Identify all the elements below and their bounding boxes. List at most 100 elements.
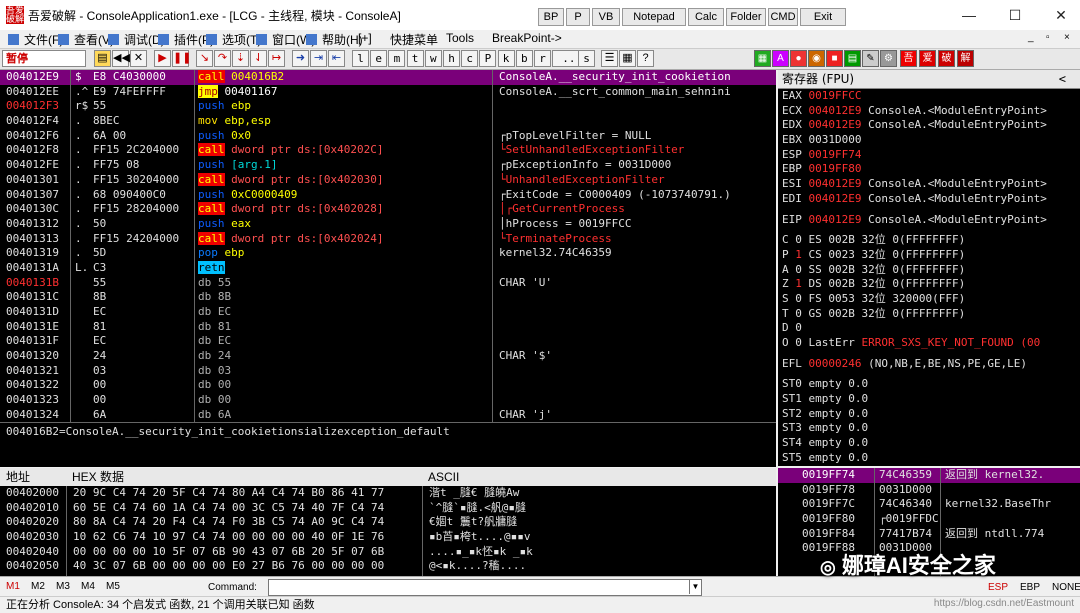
restart-icon[interactable]: ◀◀ bbox=[112, 50, 130, 67]
flag-bit[interactable]: 0 bbox=[795, 233, 802, 246]
disasm-instruction[interactable]: push ebp bbox=[195, 99, 493, 114]
disasm-comment[interactable]: │hProcess = 0019FFCC bbox=[493, 217, 776, 232]
disasm-instruction[interactable]: call dword ptr ds:[0x402028] bbox=[195, 202, 493, 217]
window-tool-7[interactable]: P bbox=[479, 50, 497, 67]
disasm-bytes[interactable]: . FF15 28204000 bbox=[71, 202, 195, 217]
options-icon[interactable]: ☰ bbox=[601, 50, 618, 67]
register-edx[interactable]: EDX 004012E9 ConsoleA.<ModuleEntryPoint> bbox=[778, 118, 1080, 133]
stack-tab-ebp[interactable]: EBP bbox=[1020, 582, 1040, 593]
disasm-bytes[interactable]: 8B bbox=[71, 290, 195, 305]
dump-address[interactable]: 00402040 bbox=[0, 545, 66, 560]
disasm-instruction[interactable]: jmp 00401167 bbox=[195, 84, 493, 100]
dump-address[interactable]: 00402020 bbox=[0, 515, 66, 530]
flag-bit[interactable]: 1 bbox=[795, 277, 802, 290]
help-icon[interactable]: ? bbox=[637, 50, 654, 67]
flag-bit[interactable]: 0 bbox=[795, 336, 802, 349]
disasm-address[interactable]: 0040131A bbox=[0, 261, 70, 276]
goto-arrow-icon[interactable]: ➜ bbox=[292, 50, 309, 67]
disasm-address[interactable]: 00401301 bbox=[0, 173, 70, 188]
register-value[interactable]: 0019FFCC bbox=[809, 89, 862, 102]
disasm-bytes[interactable]: EC bbox=[71, 305, 195, 320]
flag-bit[interactable]: 0 bbox=[795, 292, 802, 305]
dump-hex-bytes[interactable]: 40 3C 07 6B 00 00 00 00 E0 27 B6 76 00 0… bbox=[67, 559, 423, 574]
stack-comment[interactable] bbox=[941, 483, 1080, 498]
register-value[interactable]: 004012E9 bbox=[809, 104, 862, 117]
tool-button-cmd[interactable]: CMD bbox=[768, 8, 798, 26]
disasm-instruction[interactable]: db 00 bbox=[195, 378, 493, 393]
dump-col-address[interactable]: 地址 bbox=[6, 468, 30, 486]
disasm-address[interactable]: 0040131F bbox=[0, 334, 70, 349]
window-tool-4[interactable]: w bbox=[424, 50, 442, 67]
flag-p[interactable]: P 1 CS 0023 32位 0(FFFFFFFF) bbox=[778, 248, 1080, 263]
flag-bit[interactable]: 0 bbox=[795, 321, 802, 334]
dump-hex-bytes[interactable]: 60 5E C4 74 60 1A C4 74 00 3C C5 74 40 7… bbox=[67, 501, 423, 516]
plugin-grid-icon[interactable]: ▦ bbox=[754, 50, 771, 67]
stack-address[interactable]: 0019FF7C bbox=[778, 497, 874, 512]
disasm-comment[interactable] bbox=[493, 261, 776, 276]
register-value[interactable]: 0019FF80 bbox=[809, 162, 862, 175]
brand-icon-3[interactable]: 解 bbox=[957, 50, 974, 67]
memory-tab-m5[interactable]: M5 bbox=[106, 581, 120, 592]
notepad-icon[interactable]: ✎ bbox=[862, 50, 879, 67]
disasm-address[interactable]: 00401321 bbox=[0, 364, 70, 379]
a-icon[interactable]: A bbox=[772, 50, 789, 67]
disasm-bytes[interactable]: . 5D bbox=[71, 246, 195, 261]
disasm-bytes[interactable]: . FF75 08 bbox=[71, 158, 195, 173]
menu-item-7[interactable]: [+] bbox=[358, 31, 372, 45]
tool-button-vb[interactable]: VB bbox=[592, 8, 620, 26]
flag-o[interactable]: O 0 LastErr ERROR_SXS_KEY_NOT_FOUND (00 bbox=[778, 336, 1080, 351]
dump-hex-bytes[interactable]: 00 00 00 00 10 5F 07 6B 90 43 07 6B 20 5… bbox=[67, 545, 423, 560]
dump-address[interactable]: 00402000 bbox=[0, 486, 66, 501]
register-esi[interactable]: ESI 004012E9 ConsoleA.<ModuleEntryPoint> bbox=[778, 177, 1080, 192]
dump-col-ascii[interactable]: ASCII bbox=[428, 468, 459, 486]
disasm-instruction[interactable]: db 6A bbox=[195, 408, 493, 422]
disasm-comment[interactable] bbox=[493, 290, 776, 305]
disasm-comment[interactable]: CHAR 'U' bbox=[493, 276, 776, 291]
memory-tab-m2[interactable]: M2 bbox=[31, 581, 45, 592]
disasm-bytes[interactable]: EC bbox=[71, 334, 195, 349]
tool-button-exit[interactable]: Exit bbox=[800, 8, 846, 26]
flag-c[interactable]: C 0 ES 002B 32位 0(FFFFFFFF) bbox=[778, 233, 1080, 248]
disasm-address[interactable]: 00401307 bbox=[0, 188, 70, 203]
disasm-bytes[interactable]: L. C3 bbox=[71, 261, 195, 276]
disasm-comment[interactable]: ConsoleA.__security_init_cookietion bbox=[493, 70, 776, 85]
stack-comment[interactable]: kernel32.BaseThr bbox=[941, 497, 1080, 512]
tool-button-notepad[interactable]: Notepad bbox=[622, 8, 686, 26]
fpu-st0[interactable]: ST0 empty 0.0 bbox=[778, 377, 1080, 392]
disasm-comment[interactable]: kernel32.74C46359 bbox=[493, 246, 776, 261]
stack-comment[interactable]: 返回到 kernel32. bbox=[941, 468, 1080, 483]
dump-address[interactable]: 00402050 bbox=[0, 559, 66, 574]
disasm-comment[interactable]: └SetUnhandledExceptionFilter bbox=[493, 143, 776, 158]
register-ebp[interactable]: EBP 0019FF80 bbox=[778, 162, 1080, 177]
window-tool-12[interactable]: s bbox=[578, 50, 595, 67]
disasm-address[interactable]: 00401319 bbox=[0, 246, 70, 261]
stack-tab-esp[interactable]: ESP bbox=[988, 582, 1008, 593]
record-icon[interactable]: ● bbox=[790, 50, 807, 67]
disasm-instruction[interactable]: call dword ptr ds:[0x40202C] bbox=[195, 143, 493, 158]
cpu-disassembly-pane[interactable]: 004012E9 004012EE 004012F3 004012F4 004012F6… bbox=[0, 70, 776, 422]
disasm-address[interactable]: 0040131C bbox=[0, 290, 70, 305]
disasm-bytes[interactable]: . 50 bbox=[71, 217, 195, 232]
flag-z[interactable]: Z 1 DS 002B 32位 0(FFFFFFFF) bbox=[778, 277, 1080, 292]
stop-icon[interactable]: ■ bbox=[826, 50, 843, 67]
disasm-instruction[interactable]: db EC bbox=[195, 305, 493, 320]
disasm-comment[interactable]: └UnhandledExceptionFilter bbox=[493, 173, 776, 188]
window-tool-3[interactable]: t bbox=[406, 50, 424, 67]
menu-item-10[interactable]: BreakPoint-> bbox=[492, 31, 562, 45]
memory-tab-m1[interactable]: M1 bbox=[6, 581, 20, 592]
step-into-icon[interactable]: ↘ bbox=[196, 50, 213, 67]
register-eip[interactable]: EIP 004012E9 ConsoleA.<ModuleEntryPoint> bbox=[778, 213, 1080, 228]
dump-col-hex[interactable]: HEX 数据 bbox=[72, 468, 124, 486]
disasm-comment[interactable]: └TerminateProcess bbox=[493, 232, 776, 247]
command-input[interactable] bbox=[268, 579, 702, 596]
stack-comment[interactable] bbox=[941, 512, 1080, 527]
register-eax[interactable]: EAX 0019FFCC bbox=[778, 89, 1080, 104]
register-ebx[interactable]: EBX 0031D000 bbox=[778, 133, 1080, 148]
register-efl[interactable]: EFL 00000246 (NO,NB,E,BE,NS,PE,GE,LE) bbox=[778, 357, 1080, 372]
tool-button-folder[interactable]: Folder bbox=[726, 8, 766, 26]
disasm-address[interactable]: 0040131D bbox=[0, 305, 70, 320]
register-value[interactable]: 0019FF74 bbox=[809, 148, 862, 161]
disasm-instruction[interactable]: db 00 bbox=[195, 393, 493, 408]
close-button[interactable]: ✕ bbox=[1046, 4, 1076, 26]
memory-tab-m3[interactable]: M3 bbox=[56, 581, 70, 592]
